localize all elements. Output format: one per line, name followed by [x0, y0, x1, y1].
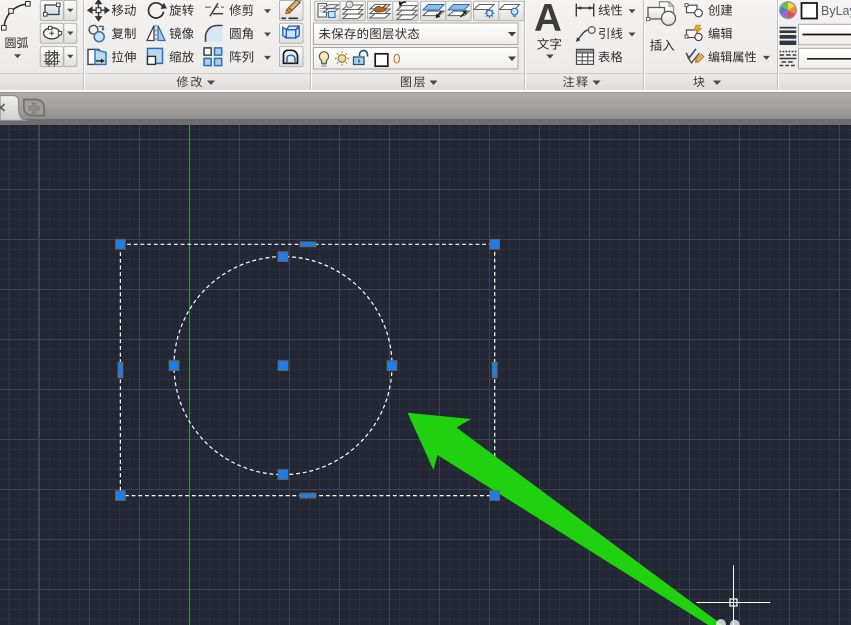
- svg-text:0: 0: [393, 52, 401, 67]
- svg-text:A: A: [534, 0, 562, 40]
- svg-text:ByLaye: ByLaye: [821, 4, 851, 18]
